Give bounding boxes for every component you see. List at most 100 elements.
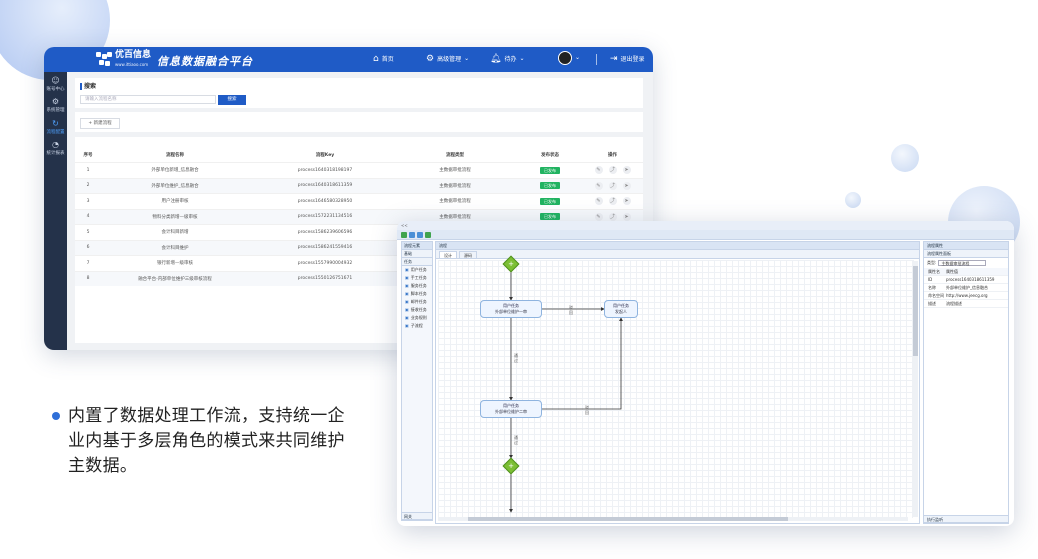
horizontal-scrollbar[interactable]: [438, 517, 908, 521]
row-type: 主数据审批流程: [439, 168, 471, 173]
palette-item[interactable]: ▣ 接收任务: [402, 306, 432, 314]
task-icon: ▣: [405, 307, 409, 312]
flow-type-select[interactable]: 主数据审批流程: [938, 260, 987, 266]
sidebar-item-account[interactable]: ☺ 账号中心: [44, 76, 67, 92]
export-icon[interactable]: [425, 232, 431, 238]
task-node[interactable]: 用户任务 发起人: [604, 300, 638, 318]
edit-icon[interactable]: ✎: [594, 181, 603, 190]
property-row[interactable]: ID process1640318611359: [924, 276, 1008, 284]
palette-item[interactable]: ▣ 脚本任务: [402, 290, 432, 298]
props-footer[interactable]: 执行监听: [924, 515, 1008, 523]
logout-icon: ⇥: [610, 53, 618, 64]
task-node[interactable]: 用户任务 外部单位维护二审: [480, 400, 542, 418]
properties-panel: 流程属性 流程属性面板 类型: 主数据审批流程 属性名 属性值 ID proces…: [923, 241, 1009, 524]
property-row[interactable]: 描述 流程描述: [924, 300, 1008, 308]
flow-edge[interactable]: [542, 317, 623, 410]
col-header: 流程类型: [446, 153, 464, 158]
gear-icon: ⚙: [426, 53, 435, 64]
edge-label: 通过: [514, 435, 518, 445]
logo-name: 优百信息: [115, 50, 152, 60]
edit-icon[interactable]: ✎: [594, 166, 603, 174]
row-name: 物料分类新增—级审核: [152, 214, 198, 220]
edge-label: 通过: [514, 353, 518, 363]
platform-title: 信息数据融合平台: [157, 55, 253, 68]
task-node[interactable]: 用户任务 外部单位维护一审: [480, 300, 542, 318]
edit-icon[interactable]: ✎: [594, 212, 603, 221]
task-icon: ▣: [405, 283, 409, 288]
flow-canvas[interactable]: + 用户任务 外部单位维护一审 用户任务 发起人 用户任务 外部单位维护二审 +…: [438, 255, 914, 518]
share-icon[interactable]: ⤴: [608, 181, 617, 190]
feature-description: 内置了数据处理工作流，支持统一企业内基于多层角色的模式来共同维护主数据。: [52, 404, 362, 479]
nav-todo[interactable]: 🔔︎ 待办 ⌄: [490, 54, 524, 63]
share-icon[interactable]: ⤴: [608, 197, 617, 205]
deploy-icon[interactable]: ➤: [622, 212, 631, 221]
tab-design[interactable]: 设计: [439, 251, 457, 258]
new-flow-button[interactable]: + 新建流程: [80, 118, 120, 129]
palette-item[interactable]: ▣ 用户任务: [402, 266, 432, 274]
logout-button[interactable]: ⇥ 退出登录: [610, 54, 645, 63]
palette-item[interactable]: ▣ 子流程: [402, 322, 432, 330]
property-row[interactable]: 名称 外部单位维护_信息融合: [924, 284, 1008, 292]
row-name: 用户注册审核: [161, 199, 189, 204]
palette-group[interactable]: 网关: [402, 512, 432, 520]
table-row[interactable]: 2 外部单位维护_信息融合 process1640318611359 主数据审批流程 已…: [75, 177, 643, 193]
sidebar-item-system[interactable]: ⚙ 系统管理: [44, 97, 67, 113]
row-no: 7: [86, 260, 90, 266]
row-no: 1: [86, 167, 90, 173]
props-header: 属性名 属性值: [924, 268, 1008, 276]
palette-item[interactable]: ▣ 业务规则: [402, 314, 432, 322]
share-icon[interactable]: ⤴: [608, 212, 617, 221]
task-icon: ▣: [405, 275, 409, 280]
flow-edges: [509, 270, 623, 513]
workflow-icon: ↻: [52, 119, 59, 128]
nav-home[interactable]: ⌂ 首页: [373, 54, 394, 63]
status-badge: 已发布: [540, 166, 560, 174]
decor-bubble: [891, 144, 919, 172]
col-header: 流程名称: [166, 153, 184, 158]
property-row[interactable]: 命名空间 http://www.jeecg.org: [924, 292, 1008, 300]
deploy-icon[interactable]: ➤: [622, 197, 631, 205]
save-icon[interactable]: [401, 232, 407, 238]
deploy-icon[interactable]: ➤: [622, 181, 631, 190]
row-no: 5: [86, 229, 90, 235]
nav-system-mgmt[interactable]: ⚙ 高级管理 ⌄: [426, 54, 469, 63]
search-input[interactable]: 请输入流程名称: [80, 95, 216, 104]
row-key: process1586239606596: [297, 229, 353, 235]
undo-icon[interactable]: [409, 232, 415, 238]
user-icon: ☺: [51, 76, 60, 85]
col-header: 发布状态: [541, 153, 559, 158]
sidebar: ☺ 账号中心 ⚙ 系统管理 ↻ 流程配置 ◔ 统计报表: [44, 72, 67, 350]
logo[interactable]: 优百信息 www.ittiaoo.com: [96, 51, 151, 69]
table-row[interactable]: 1 外部单位新增_信息融合 process1640318198197 主数据审批流程 已…: [75, 162, 643, 177]
table-row[interactable]: 3 用户注册审核 process1646580328950 主数据审批流程 已发布 ✎ ⤴ ➤: [75, 193, 643, 208]
palette-item[interactable]: ▣ 服务任务: [402, 282, 432, 290]
col-header: 序号: [83, 153, 93, 158]
chevron-down-icon[interactable]: ⌄: [575, 54, 580, 61]
task-icon: ▣: [405, 323, 409, 328]
share-icon[interactable]: ⤴: [608, 166, 617, 174]
avatar[interactable]: [558, 51, 572, 65]
edge-label: 驳回: [569, 305, 573, 315]
row-key: process1586241559416: [297, 245, 353, 250]
palette-item[interactable]: ▣ 手工任务: [402, 274, 432, 282]
row-no: 2: [86, 183, 90, 188]
sidebar-item-report[interactable]: ◔ 统计报表: [44, 140, 67, 156]
home-icon: ⌂: [373, 53, 379, 64]
row-name: 外部单位新增_信息融合: [151, 168, 199, 173]
palette-group[interactable]: 基础: [402, 250, 432, 258]
row-key: process1557990004932: [297, 260, 353, 266]
promo-stage: 优百信息 www.ittiaoo.com 信息数据融合平台 ⌂ 首页 ⚙ 高级管…: [0, 0, 1038, 559]
edit-icon[interactable]: ✎: [594, 197, 603, 205]
chart-icon: ◔: [52, 140, 59, 149]
deploy-icon[interactable]: ➤: [622, 166, 631, 174]
palette-item[interactable]: ▣ 邮件任务: [402, 298, 432, 306]
flow-designer-window: << 流程元素 基础 任务 ▣ 用户任务 ▣ 手工任务 ▣ 服务任务 ▣ 脚本任务 ▣ 邮件任务 ▣…: [397, 221, 1014, 526]
designer-collapse[interactable]: <<: [397, 221, 1014, 230]
palette-group[interactable]: 任务: [402, 258, 432, 266]
vertical-scrollbar[interactable]: [913, 261, 918, 517]
redo-icon[interactable]: [417, 232, 423, 238]
search-button[interactable]: 搜索: [218, 95, 246, 105]
row-name: 会计科目新增: [161, 230, 189, 235]
tab-source[interactable]: 源码: [459, 251, 477, 258]
sidebar-item-workflow[interactable]: ↻ 流程配置: [44, 119, 67, 135]
